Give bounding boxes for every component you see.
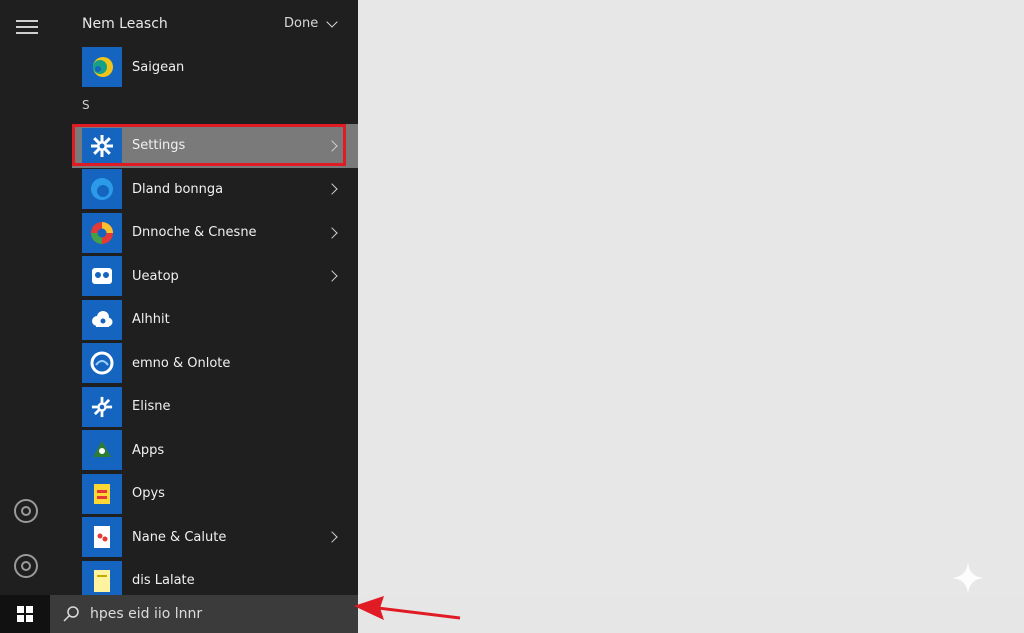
list-item[interactable]: Nane & Calute (72, 516, 358, 560)
gear-icon (82, 127, 122, 164)
pinned-app[interactable]: Saigean (82, 47, 184, 87)
list-item[interactable]: Opys (72, 472, 358, 516)
document-icon (82, 473, 122, 514)
hamburger-menu-icon[interactable] (16, 16, 38, 36)
list-item-label: dis Lalate (132, 573, 195, 589)
list-item-label: Dnnoche & Cnesne (132, 225, 257, 241)
list-item-label: Dland bonnga (132, 181, 224, 197)
power-icon[interactable] (14, 499, 38, 523)
chrome-icon (82, 212, 122, 253)
start-button[interactable] (0, 595, 50, 633)
chevron-down-icon (326, 15, 338, 28)
apps-icon (82, 430, 122, 471)
chevron-right-icon (326, 183, 338, 195)
search-icon (63, 606, 79, 622)
list-item-label: Opys (132, 486, 165, 502)
list-item[interactable]: Ueatop (72, 255, 358, 299)
list-item[interactable]: Apps (72, 429, 358, 473)
list-item-label: emno & Onlote (132, 355, 231, 371)
app-list: Settings Dland bonnga Dnnoche & Cnesne U… (72, 124, 358, 603)
list-item[interactable]: Alhhit (72, 298, 358, 342)
app-tile-icon (82, 47, 122, 87)
list-item-label: Elisne (132, 399, 171, 415)
list-item[interactable]: Elisne (72, 385, 358, 429)
search-placeholder: hpes eid iio lnnr (90, 606, 203, 622)
chevron-right-icon (326, 227, 338, 239)
pinned-app-label: Saigean (132, 59, 185, 75)
notes-icon (82, 517, 122, 558)
media-icon[interactable] (14, 554, 38, 578)
list-item-label: Nane & Calute (132, 529, 227, 545)
windows-logo-icon (17, 606, 33, 622)
menu-header-title: Nem Leasch (82, 16, 168, 32)
section-letter[interactable]: S (82, 98, 90, 112)
sparkle-icon (952, 562, 984, 594)
edge-browser-icon (82, 169, 122, 210)
list-item-settings[interactable]: Settings (72, 124, 358, 168)
list-item-label: Ueatop (132, 268, 179, 284)
list-item[interactable]: Dnnoche & Cnesne (72, 211, 358, 255)
start-rail (0, 0, 52, 595)
list-item[interactable]: Dland bonnga (72, 168, 358, 212)
gear-icon (82, 386, 122, 427)
people-icon (82, 256, 122, 297)
sort-dropdown[interactable]: Done (284, 15, 338, 31)
desktop-background (358, 0, 1024, 633)
list-item-label: Alhhit (132, 312, 170, 328)
start-menu: Nem Leasch Done Saigean S Settings Dland… (0, 0, 358, 601)
list-item-label: Settings (132, 138, 186, 154)
list-item[interactable]: emno & Onlote (72, 342, 358, 386)
cloud-icon (82, 299, 122, 340)
cortana-ring-icon (82, 343, 122, 384)
callout-arrow-icon (354, 596, 461, 620)
taskbar-search-box[interactable]: hpes eid iio lnnr (50, 595, 358, 633)
chevron-right-icon (326, 531, 338, 543)
list-item-label: Apps (132, 442, 165, 458)
sort-dropdown-label: Done (284, 16, 319, 31)
chevron-right-icon (326, 140, 338, 152)
chevron-right-icon (326, 270, 338, 282)
